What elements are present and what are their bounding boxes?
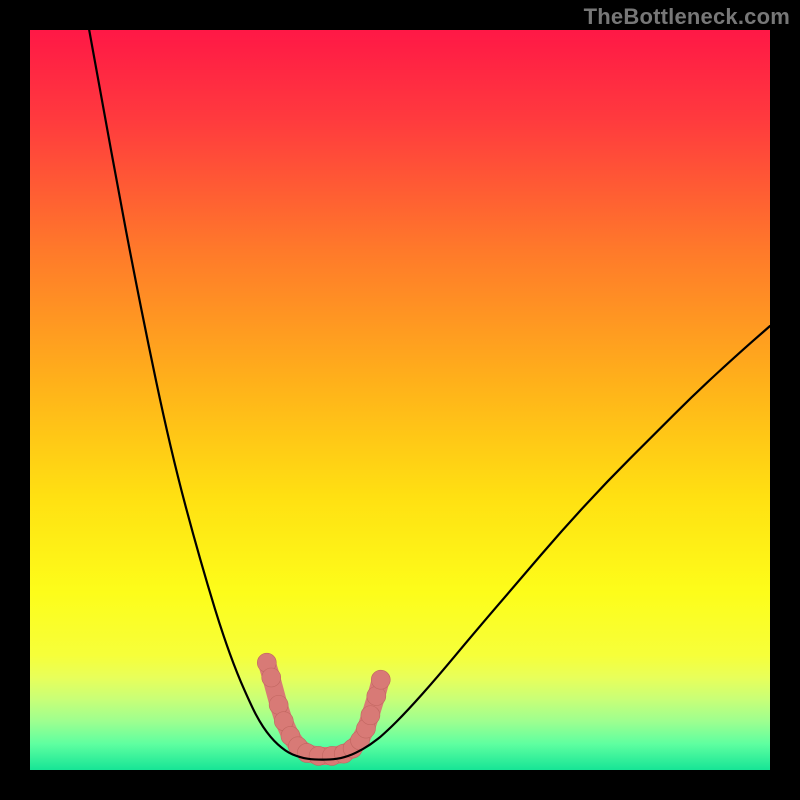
bottleneck-curve [89, 30, 770, 760]
marker-dot [371, 670, 390, 689]
marker-dot [367, 687, 386, 706]
marker-dot [262, 668, 281, 687]
marker-dot [361, 706, 380, 725]
valley-markers [257, 653, 390, 765]
watermark-text: TheBottleneck.com [584, 4, 790, 30]
plot-area [30, 30, 770, 770]
chart-svg [30, 30, 770, 770]
outer-frame: TheBottleneck.com [0, 0, 800, 800]
